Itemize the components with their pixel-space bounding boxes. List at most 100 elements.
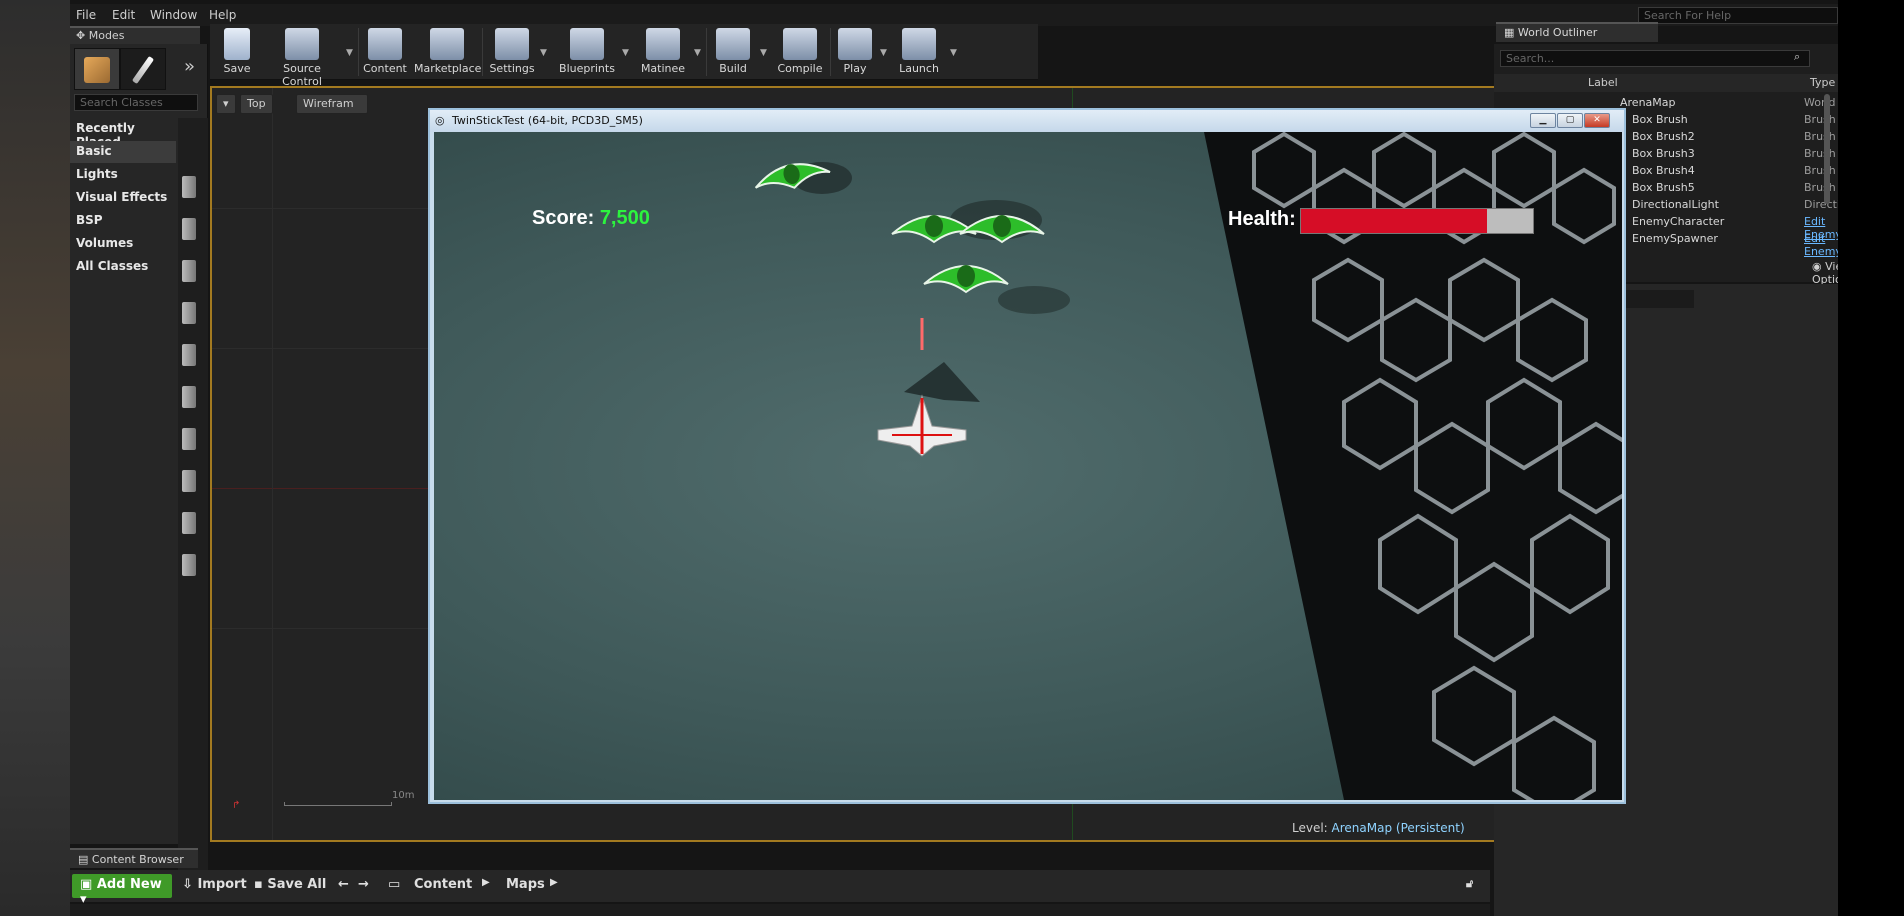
menu-help[interactable]: Help — [209, 8, 236, 22]
actor-thumb[interactable] — [182, 260, 196, 282]
screen: File Edit Window Help Search For Help ✥ … — [0, 0, 1904, 916]
blueprints-dropdown-icon[interactable]: ▼ — [622, 48, 629, 58]
forward-button[interactable]: → — [358, 877, 369, 892]
type-column-header[interactable]: Type — [1810, 76, 1835, 89]
build-dropdown-icon[interactable]: ▼ — [760, 48, 767, 58]
content-browser-icon: ▤ — [78, 853, 89, 866]
blueprints-button[interactable]: Blueprints — [554, 26, 620, 80]
desktop-right-strip — [1838, 0, 1904, 916]
content-browser-tab-label: Content Browser — [91, 853, 184, 866]
outliner-icon: ▦ — [1504, 26, 1515, 39]
lock-icon[interactable]: 🔓︎ — [1466, 877, 1473, 891]
world-outliner-tab[interactable]: ▦ World Outliner — [1496, 22, 1658, 42]
menu-edit[interactable]: Edit — [112, 8, 135, 22]
import-icon: ⇩ — [182, 877, 193, 892]
category-lights[interactable]: Lights — [70, 164, 176, 186]
launch-button[interactable]: Launch — [892, 26, 946, 80]
content-button[interactable]: Content — [360, 26, 410, 80]
actor-thumb[interactable] — [182, 218, 196, 240]
launch-dropdown-icon[interactable]: ▼ — [950, 48, 957, 58]
level-indicator: Level: ArenaMap (Persistent) — [1292, 821, 1465, 835]
help-search-input[interactable]: Search For Help — [1638, 7, 1838, 24]
folder-icon: ▭ — [388, 877, 401, 892]
play-dropdown-icon[interactable]: ▼ — [880, 48, 887, 58]
modes-panel: » Search Classes Recently Placed Basic L… — [70, 44, 208, 888]
actor-thumb[interactable] — [182, 512, 196, 534]
actor-thumb[interactable] — [182, 344, 196, 366]
breadcrumb-content[interactable]: Content — [414, 877, 472, 892]
settings-dropdown-icon[interactable]: ▼ — [540, 48, 547, 58]
matinee-button[interactable]: Matinee — [634, 26, 692, 80]
breadcrumb-separator-icon[interactable]: ▶ — [550, 877, 558, 888]
game-preview-window[interactable]: ◎ TwinStickTest (64-bit, PCD3D_SM5) ▁ ▢ … — [428, 108, 1626, 804]
outliner-search-input[interactable]: Search... — [1500, 50, 1810, 67]
settings-button[interactable]: Settings — [484, 26, 540, 80]
actor-thumb[interactable] — [182, 470, 196, 492]
compile-button[interactable]: Compile — [772, 26, 828, 80]
paint-mode-button[interactable] — [120, 48, 166, 90]
modes-tab-label: Modes — [88, 29, 125, 42]
save-button[interactable]: Save — [214, 26, 260, 80]
menu-file[interactable]: File — [76, 8, 96, 22]
play-button[interactable]: Play — [832, 26, 878, 80]
enemy-shadow — [998, 286, 1070, 314]
actor-thumb[interactable] — [182, 428, 196, 450]
back-button[interactable]: ← — [338, 877, 349, 892]
import-button[interactable]: ⇩ Import — [182, 877, 247, 892]
modes-tab[interactable]: ✥ Modes — [70, 26, 200, 44]
marketplace-icon — [430, 28, 464, 60]
settings-icon — [495, 28, 529, 60]
category-bsp[interactable]: BSP — [70, 210, 176, 232]
viewport-options-button[interactable]: ▾ — [216, 94, 236, 114]
category-recently-placed[interactable]: Recently Placed — [70, 118, 176, 149]
scale-bar — [284, 802, 392, 806]
game-window-title: TwinStickTest (64-bit, PCD3D_SM5) — [452, 114, 643, 127]
breadcrumb-separator-icon[interactable]: ▶ — [482, 877, 490, 888]
launch-icon — [902, 28, 936, 60]
save-icon — [224, 28, 250, 60]
search-classes-input[interactable]: Search Classes — [74, 94, 198, 111]
eye-icon: ◉ — [1812, 260, 1822, 273]
category-all-classes[interactable]: All Classes — [70, 256, 176, 278]
score-value: 7,500 — [599, 207, 650, 229]
compile-icon — [783, 28, 817, 60]
add-new-button[interactable]: ▣ Add New ▾ — [72, 874, 172, 907]
category-visual-effects[interactable]: Visual Effects — [70, 187, 176, 209]
actor-thumb[interactable] — [182, 302, 196, 324]
matinee-dropdown-icon[interactable]: ▼ — [694, 48, 701, 58]
minimize-button[interactable]: ▁ — [1530, 113, 1556, 128]
health-bar-fill — [1301, 209, 1487, 233]
content-icon — [368, 28, 402, 60]
viewport-view-button[interactable]: Top — [240, 94, 273, 114]
game-window-titlebar[interactable]: ◎ TwinStickTest (64-bit, PCD3D_SM5) — [430, 110, 1624, 132]
level-name: ArenaMap (Persistent) — [1331, 821, 1465, 835]
toolbar-separator — [358, 28, 359, 76]
maximize-button[interactable]: ▢ — [1557, 113, 1583, 128]
build-button[interactable]: Build — [708, 26, 758, 80]
place-mode-icon — [84, 57, 110, 83]
content-browser-tab[interactable]: ▤ Content Browser — [70, 848, 198, 868]
menu-window[interactable]: Window — [150, 8, 197, 22]
viewport-mode-button[interactable]: Wirefram — [296, 94, 368, 114]
enemy-ship — [923, 265, 1009, 294]
game-viewport[interactable]: Score: 7,500 Health: — [434, 132, 1622, 800]
actor-thumb[interactable] — [182, 554, 196, 576]
placeable-actors-list — [178, 118, 208, 888]
marketplace-button[interactable]: Marketplace — [414, 26, 481, 80]
actor-thumb[interactable] — [182, 386, 196, 408]
source-control-button[interactable]: Source Control — [262, 26, 342, 88]
breadcrumb-maps[interactable]: Maps — [506, 877, 545, 892]
more-modes-icon[interactable]: » — [184, 56, 195, 77]
save-all-button[interactable]: ▪ Save All — [254, 877, 326, 892]
source-control-dropdown-icon[interactable]: ▼ — [346, 48, 353, 58]
close-button[interactable]: ✕ — [1584, 113, 1610, 128]
outliner-scrollbar[interactable] — [1824, 94, 1830, 204]
actor-thumb[interactable] — [182, 176, 196, 198]
grid-line — [272, 88, 273, 840]
place-mode-button[interactable] — [74, 48, 120, 90]
category-basic[interactable]: Basic — [70, 141, 176, 163]
toolbar-separator — [830, 28, 831, 76]
category-volumes[interactable]: Volumes — [70, 233, 176, 255]
label-column-header[interactable]: Label — [1588, 76, 1618, 89]
scale-label: 10m — [392, 790, 415, 801]
